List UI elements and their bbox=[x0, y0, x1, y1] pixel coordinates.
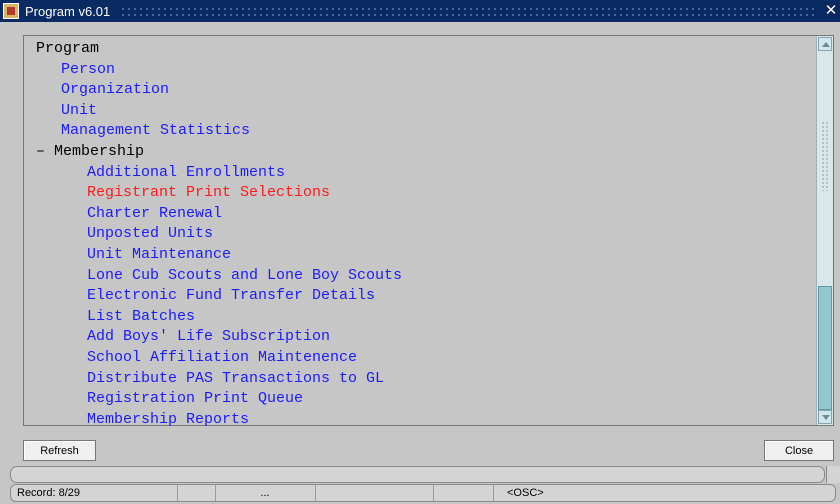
scrollbar-thumb[interactable] bbox=[818, 286, 832, 410]
app-icon bbox=[3, 3, 19, 19]
tree-item-registration-print-queue[interactable]: Registration Print Queue bbox=[36, 389, 810, 410]
status-cell-4 bbox=[315, 485, 434, 501]
tree-item-membership-reports[interactable]: Membership Reports bbox=[36, 410, 810, 431]
status-cell-2 bbox=[177, 485, 216, 501]
scrollbar-grip bbox=[821, 121, 829, 191]
tree-item-add-boys-life[interactable]: Add Boys' Life Subscription bbox=[36, 327, 810, 348]
window-title: Program v6.01 bbox=[25, 3, 111, 19]
hint-line-end bbox=[826, 466, 840, 483]
tree-item-membership[interactable]: – Membership bbox=[36, 142, 810, 163]
tree-item-unit[interactable]: Unit bbox=[36, 101, 810, 122]
tree-item-program[interactable]: Program bbox=[36, 39, 810, 60]
tree-item-unit-maintenance[interactable]: Unit Maintenance bbox=[36, 245, 810, 266]
program-tree-panel: Program Person Organization Unit Managem… bbox=[23, 35, 834, 428]
tree-item-school-affiliation[interactable]: School Affiliation Maintenence bbox=[36, 348, 810, 369]
title-bar: Program v6.01 ✕ bbox=[0, 0, 840, 22]
close-icon[interactable]: ✕ bbox=[824, 0, 838, 22]
record-indicator: Record: 8/29 bbox=[17, 485, 178, 501]
tree-item-unposted-units[interactable]: Unposted Units bbox=[36, 224, 810, 245]
osc-indicator: <OSC> bbox=[507, 487, 544, 499]
status-bar: Record: 8/29 ... <OSC> bbox=[10, 484, 836, 502]
tree-item-lone-scouts[interactable]: Lone Cub Scouts and Lone Boy Scouts bbox=[36, 266, 810, 287]
vertical-scrollbar[interactable] bbox=[816, 36, 833, 425]
program-tree: Program Person Organization Unit Managem… bbox=[36, 39, 810, 428]
status-ellipsis: ... bbox=[215, 485, 316, 501]
scroll-down-icon[interactable] bbox=[818, 410, 832, 424]
tree-item-eft-details[interactable]: Electronic Fund Transfer Details bbox=[36, 286, 810, 307]
tree-item-registrant-print-selections[interactable]: Registrant Print Selections bbox=[36, 183, 810, 204]
hint-line bbox=[10, 466, 825, 483]
tree-item-person[interactable]: Person bbox=[36, 60, 810, 81]
refresh-button[interactable]: Refresh bbox=[23, 440, 96, 461]
tree-item-distribute-pas[interactable]: Distribute PAS Transactions to GL bbox=[36, 369, 810, 390]
tree-item-management-statistics[interactable]: Management Statistics bbox=[36, 121, 810, 142]
title-bar-texture bbox=[120, 6, 814, 16]
tree-item-charter-renewal[interactable]: Charter Renewal bbox=[36, 204, 810, 225]
close-button[interactable]: Close bbox=[764, 440, 834, 461]
status-cell-5 bbox=[433, 485, 494, 501]
scroll-up-icon[interactable] bbox=[818, 37, 832, 51]
tree-item-list-batches[interactable]: List Batches bbox=[36, 307, 810, 328]
tree-item-additional-enrollments[interactable]: Additional Enrollments bbox=[36, 163, 810, 184]
tree-item-organization[interactable]: Organization bbox=[36, 80, 810, 101]
